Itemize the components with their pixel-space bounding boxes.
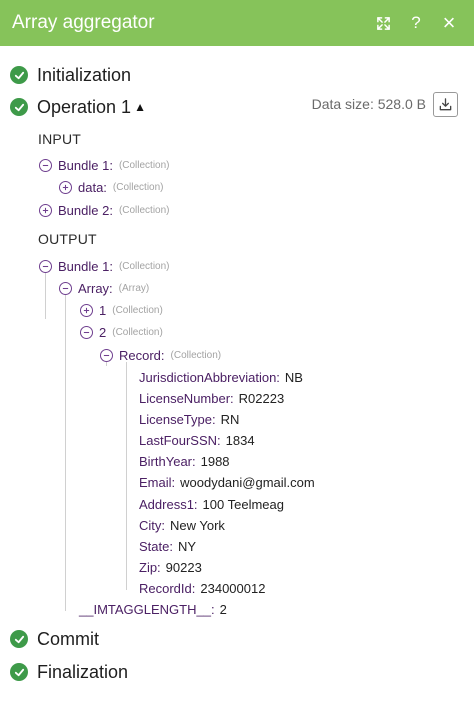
tree-type: (Collection) [118, 204, 170, 216]
phase-label: Operation 1 [37, 96, 132, 117]
tree-item-output-item1: 1 (Collection) [80, 301, 163, 319]
tree-item-input-data: data: (Collection) [59, 178, 164, 196]
tree-item-output-array: Array: (Array) [59, 279, 149, 297]
field-value: woodydani@gmail.com [180, 474, 315, 490]
output-section-title: OUTPUT [38, 231, 97, 247]
record-field-birth-year: BirthYear: 1988 [139, 452, 230, 470]
check-circle-icon [10, 66, 28, 84]
tree-key: 1 [99, 302, 107, 318]
tree-key: Record: [119, 347, 165, 363]
record-field-license-number: LicenseNumber: R02223 [139, 389, 284, 407]
collapse-icon[interactable] [39, 158, 52, 172]
tree-type: (Collection) [112, 304, 163, 316]
field-value: 90223 [165, 559, 202, 575]
tree-type: (Collection) [118, 159, 170, 171]
field-key: Address1: [139, 496, 198, 512]
field-key: City: [139, 517, 165, 533]
field-value: 1834 [225, 432, 255, 448]
field-value: NY [177, 538, 197, 554]
field-value: R02223 [238, 390, 285, 406]
record-field-zip: Zip: 90223 [139, 558, 202, 576]
tree-key: Bundle 2: [58, 202, 113, 218]
field-key: LicenseType: [139, 411, 216, 427]
module-title: Array aggregator [12, 12, 155, 33]
phase-label: Initialization [37, 64, 132, 85]
field-key: JurisdictionAbbreviation: [139, 369, 280, 385]
field-value: NB [284, 369, 303, 385]
tree-type: (Collection) [170, 349, 222, 361]
field-value: New York [170, 517, 225, 533]
record-field-record-id: RecordId: 234000012 [139, 579, 265, 597]
record-field-city: City: New York [139, 516, 225, 534]
tree-item-input-bundle2: Bundle 2: (Collection) [39, 201, 170, 219]
tree-type: (Collection) [118, 260, 170, 272]
field-key: __IMTAGGLENGTH__: [79, 601, 215, 617]
record-field-state: State: NY [139, 537, 196, 555]
field-value: 2 [219, 601, 227, 617]
phase-operation[interactable]: Operation 1 ▲ [10, 95, 146, 119]
tree-guide-line [45, 273, 46, 319]
tree-guide-line [65, 295, 66, 611]
phase-label: Finalization [37, 661, 129, 682]
expand-icon[interactable] [59, 180, 72, 194]
check-circle-icon [10, 630, 28, 648]
expand-icon[interactable] [80, 303, 93, 317]
tree-item-agg-length: __IMTAGGLENGTH__: 2 [79, 600, 227, 618]
phase-finalization[interactable]: Finalization [10, 660, 128, 684]
caret-up-icon[interactable]: ▲ [134, 100, 146, 114]
record-field-jurisdiction: JurisdictionAbbreviation: NB [139, 368, 303, 386]
tree-guide-line [126, 362, 127, 590]
tree-key: Bundle 1: [58, 258, 113, 274]
download-button[interactable] [433, 92, 458, 117]
download-icon [439, 98, 452, 111]
field-value: RN [220, 411, 240, 427]
field-key: LicenseNumber: [139, 390, 234, 406]
expand-icon [376, 16, 390, 30]
field-value: 100 Teelmeag [202, 496, 284, 512]
close-button[interactable]: × [436, 10, 462, 36]
field-key: Email: [139, 474, 176, 490]
tree-key: data: [78, 179, 107, 195]
tree-key: 2 [99, 324, 107, 340]
field-key: LastFourSSN: [139, 432, 221, 448]
tree-key: Bundle 1: [58, 157, 113, 173]
phase-label: Commit [37, 628, 99, 649]
collapse-icon[interactable] [100, 348, 113, 362]
tree-key: Array: [78, 280, 113, 296]
help-button[interactable]: ? [403, 10, 429, 36]
tree-item-output-record: Record: (Collection) [100, 346, 221, 364]
tree-item-input-bundle1: Bundle 1: (Collection) [39, 156, 170, 174]
module-header: Array aggregator ? × [0, 0, 474, 46]
collapse-icon[interactable] [59, 281, 72, 295]
collapse-icon[interactable] [39, 259, 52, 273]
collapse-icon[interactable] [80, 325, 93, 339]
phase-commit[interactable]: Commit [10, 627, 99, 651]
field-value: 1988 [200, 453, 230, 469]
expand-icon[interactable] [39, 203, 52, 217]
tree-item-output-bundle1: Bundle 1: (Collection) [39, 257, 170, 275]
record-field-email: Email: woodydani@gmail.com [139, 473, 315, 491]
field-key: RecordId: [139, 580, 196, 596]
data-size: Data size: 528.0 B [311, 96, 426, 112]
field-key: BirthYear: [139, 453, 196, 469]
record-field-license-type: LicenseType: RN [139, 410, 239, 428]
tree-type: (Collection) [112, 326, 163, 338]
field-key: State: [139, 538, 173, 554]
phase-initialization[interactable]: Initialization [10, 63, 131, 87]
record-field-address1: Address1: 100 Teelmeag [139, 495, 284, 513]
input-section-title: INPUT [38, 131, 81, 147]
expand-button[interactable] [370, 10, 396, 36]
field-value: 234000012 [200, 580, 266, 596]
check-circle-icon [10, 98, 28, 116]
tree-type: (Array) [118, 282, 150, 294]
record-field-last-four-ssn: LastFourSSN: 1834 [139, 431, 255, 449]
tree-item-output-item2: 2 (Collection) [80, 323, 163, 341]
field-key: Zip: [139, 559, 161, 575]
tree-type: (Collection) [112, 181, 164, 193]
check-circle-icon [10, 663, 28, 681]
